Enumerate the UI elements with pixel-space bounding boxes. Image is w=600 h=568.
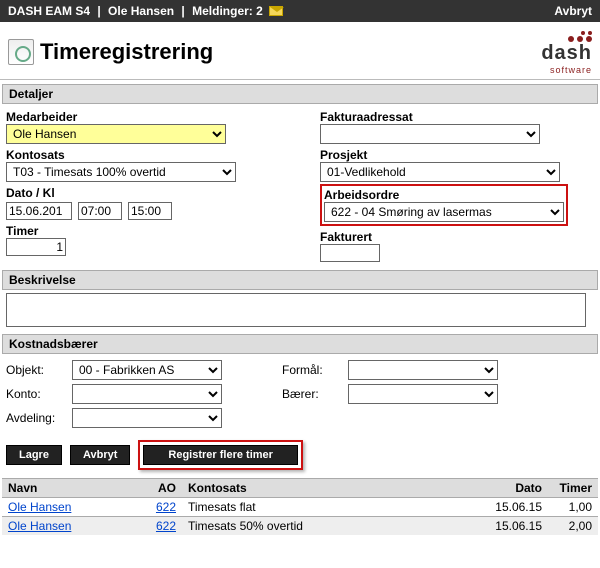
dato-label: Dato / Kl [6,186,280,200]
konto-label: Konto: [6,387,66,401]
cell-ao[interactable]: 622 [142,517,182,536]
page-title: Timeregistrering [40,39,213,65]
page-title-wrap: Timeregistrering [8,39,213,65]
th-ao[interactable]: AO [142,479,182,498]
table-row[interactable]: Ole Hansen 622 Timesats flat 15.06.15 1,… [2,498,598,517]
table-row[interactable]: Ole Hansen 622 Timesats 50% overtid 15.0… [2,517,598,536]
top-cancel[interactable]: Avbryt [554,4,592,18]
medarbeider-select[interactable]: Ole Hansen [6,124,226,144]
avdeling-label: Avdeling: [6,411,66,425]
logo-text: dash [541,42,592,65]
dato-input[interactable] [6,202,72,220]
beskrivelse-textarea[interactable] [6,293,586,327]
cell-kontosats: Timesats flat [182,498,478,517]
th-dato[interactable]: Dato [478,479,548,498]
kl-from-input[interactable] [78,202,122,220]
fakturert-input[interactable] [320,244,380,262]
user-name: Ole Hansen [108,4,174,18]
cell-navn[interactable]: Ole Hansen [2,517,142,536]
messages-label: Meldinger: 2 [192,4,263,18]
objekt-select[interactable]: 00 - Fabrikken AS [72,360,222,380]
topbar-left: DASH EAM S4 | Ole Hansen | Meldinger: 2 [8,4,283,18]
th-timer[interactable]: Timer [548,479,598,498]
app-name: DASH EAM S4 [8,4,90,18]
header-row: Timeregistrering dash software [0,22,600,80]
logo: dash software [541,28,592,75]
timer-input[interactable] [6,238,66,256]
baerer-select[interactable] [348,384,498,404]
fakturaadressat-select[interactable] [320,124,540,144]
topbar: DASH EAM S4 | Ole Hansen | Meldinger: 2 … [0,0,600,22]
avdeling-select[interactable] [72,408,222,428]
cell-navn[interactable]: Ole Hansen [2,498,142,517]
kontosats-label: Kontosats [6,148,280,162]
th-kontosats[interactable]: Kontosats [182,479,478,498]
fakturert-label: Fakturert [320,230,594,244]
prosjekt-label: Prosjekt [320,148,594,162]
cell-kontosats: Timesats 50% overtid [182,517,478,536]
cell-dato: 15.06.15 [478,517,548,536]
envelope-icon[interactable] [269,6,283,16]
button-row: Lagre Avbryt Registrer flere timer [6,440,594,470]
cell-timer: 1,00 [548,498,598,517]
section-beskrivelse: Beskrivelse [2,270,598,290]
prosjekt-select[interactable]: 01-Vedlikehold [320,162,560,182]
logo-sub: software [541,65,592,75]
registrer-button[interactable]: Registrer flere timer [143,445,298,465]
baerer-label: Bærer: [282,387,342,401]
registrer-highlight: Registrer flere timer [138,440,303,470]
timer-label: Timer [6,224,280,238]
cell-timer: 2,00 [548,517,598,536]
arbeidsordre-highlight: Arbeidsordre 622 - 04 Smøring av laserma… [320,184,568,226]
th-navn[interactable]: Navn [2,479,142,498]
cell-ao[interactable]: 622 [142,498,182,517]
clock-icon [8,39,34,65]
section-detaljer: Detaljer [2,84,598,104]
konto-select[interactable] [72,384,222,404]
kontosats-select[interactable]: T03 - Timesats 100% overtid [6,162,236,182]
detaljer-form: Medarbeider Ole Hansen Kontosats T03 - T… [0,104,600,266]
avbryt-button[interactable]: Avbryt [70,445,130,465]
medarbeider-label: Medarbeider [6,110,280,124]
lagre-button[interactable]: Lagre [6,445,62,465]
arbeidsordre-select[interactable]: 622 - 04 Smøring av lasermas [324,202,564,222]
kl-to-input[interactable] [128,202,172,220]
formal-select[interactable] [348,360,498,380]
fakturaadressat-label: Fakturaadressat [320,110,594,124]
arbeidsordre-label: Arbeidsordre [324,188,564,202]
objekt-label: Objekt: [6,363,66,377]
timer-table: Navn AO Kontosats Dato Timer Ole Hansen … [2,478,598,535]
cell-dato: 15.06.15 [478,498,548,517]
section-kostnad: Kostnadsbærer [2,334,598,354]
formal-label: Formål: [282,363,342,377]
